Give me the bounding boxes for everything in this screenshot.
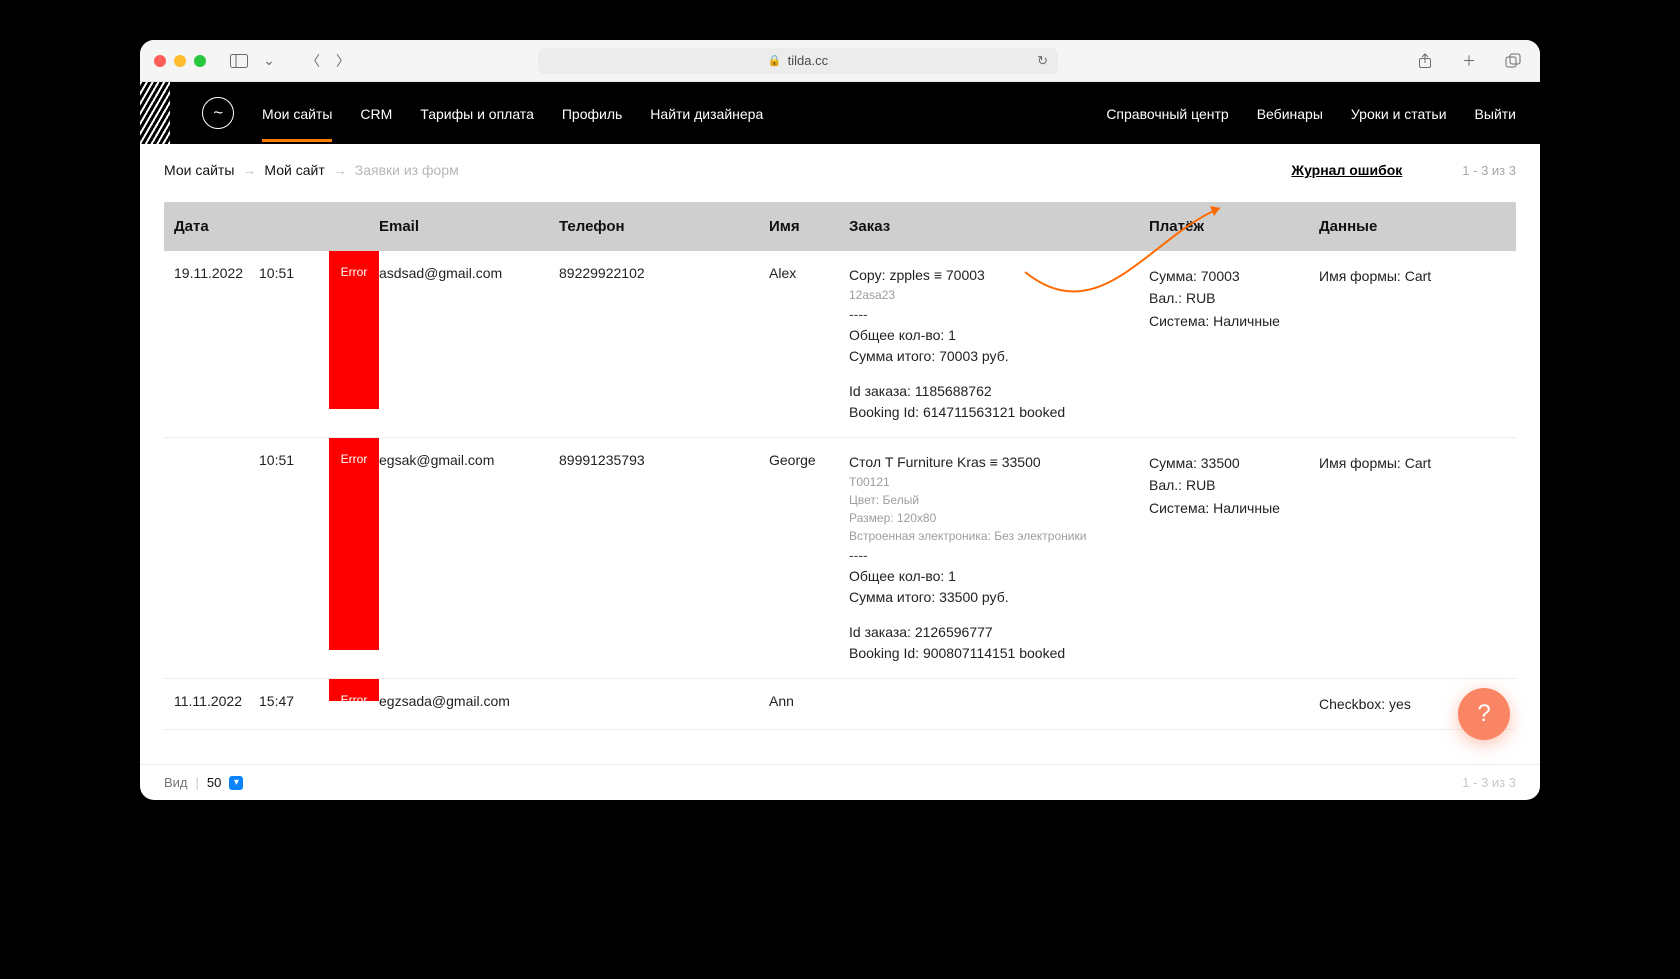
nav-webinars[interactable]: Вебинары xyxy=(1257,85,1323,142)
status-badge: Error xyxy=(329,438,379,650)
cell-date: 19.11.2022 xyxy=(174,265,259,281)
table-header: Дата Email Телефон Имя Заказ Платёж Данн… xyxy=(164,202,1516,251)
cell-time: 10:51 xyxy=(259,452,329,468)
cell-time: 15:47 xyxy=(259,693,329,709)
address-bar[interactable]: 🔒 tilda.cc ↻ xyxy=(538,48,1058,74)
view-label: Вид xyxy=(164,775,188,790)
cell-name: George xyxy=(769,452,849,468)
window-controls xyxy=(154,55,206,67)
results-range: 1 - 3 из 3 xyxy=(1462,163,1516,178)
browser-window: ⌄ 〈 〉 🔒 tilda.cc ↻ ＋ ~ Мои сайты CRM Тар… xyxy=(140,40,1540,800)
cell-phone: 89991235793 xyxy=(559,452,769,468)
leads-table: Дата Email Телефон Имя Заказ Платёж Данн… xyxy=(140,192,1540,764)
nav-my-sites[interactable]: Мои сайты xyxy=(262,85,332,142)
cell-email: asdsad@gmail.com xyxy=(379,265,559,281)
chevron-down-icon[interactable]: ⌄ xyxy=(256,50,282,72)
footer-range: 1 - 3 из 3 xyxy=(1462,775,1516,790)
table-footer: Вид | 50 ▾ 1 - 3 из 3 xyxy=(140,764,1540,800)
breadcrumb-leads: Заявки из форм xyxy=(355,162,459,178)
help-button[interactable]: ? xyxy=(1458,688,1510,740)
table-row[interactable]: 10:51 Error egsak@gmail.com 89991235793 … xyxy=(164,438,1516,679)
col-date: Дата xyxy=(174,218,259,235)
cell-data: Checkbox: yes xyxy=(1319,693,1469,715)
nav-profile[interactable]: Профиль xyxy=(562,85,622,142)
breadcrumb-row: Мои сайты → Мой сайт → Заявки из форм Жу… xyxy=(140,144,1540,192)
cell-name: Ann xyxy=(769,693,849,709)
tilda-logo[interactable]: ~ xyxy=(202,97,234,129)
url-host: tilda.cc xyxy=(788,53,828,68)
breadcrumb-site[interactable]: Мой сайт xyxy=(264,162,324,178)
status-badge: Error xyxy=(329,251,379,409)
minimize-window[interactable] xyxy=(174,55,186,67)
col-name: Имя xyxy=(769,218,849,235)
titlebar-right: ＋ xyxy=(1412,50,1526,72)
col-order: Заказ xyxy=(849,218,1149,235)
col-data: Данные xyxy=(1319,218,1469,235)
cell-payment: Сумма: 70003 Вал.: RUB Система: Наличные xyxy=(1149,265,1319,332)
col-email: Email xyxy=(379,218,559,235)
browser-titlebar: ⌄ 〈 〉 🔒 tilda.cc ↻ ＋ xyxy=(140,40,1540,82)
new-tab-icon[interactable]: ＋ xyxy=(1456,50,1482,72)
cell-name: Alex xyxy=(769,265,849,281)
cell-payment: Сумма: 33500 Вал.: RUB Система: Наличные xyxy=(1149,452,1319,519)
help-icon: ? xyxy=(1477,700,1490,728)
error-log-link[interactable]: Журнал ошибок xyxy=(1291,162,1402,178)
nav-tariffs[interactable]: Тарифы и оплата xyxy=(420,85,534,142)
chevron-right-icon: → xyxy=(242,162,256,178)
nav-logout[interactable]: Выйти xyxy=(1475,85,1516,142)
main-nav: ~ Мои сайты CRM Тарифы и оплата Профиль … xyxy=(140,82,1540,144)
nav-crm[interactable]: CRM xyxy=(360,85,392,142)
forward-button[interactable]: 〉 xyxy=(330,50,356,72)
zoom-window[interactable] xyxy=(194,55,206,67)
breadcrumb-root[interactable]: Мои сайты xyxy=(164,162,234,178)
cell-phone: 89229922102 xyxy=(559,265,769,281)
nav-help-center[interactable]: Справочный центр xyxy=(1106,85,1228,142)
cell-data: Имя формы: Cart xyxy=(1319,265,1469,287)
nav-tutorials[interactable]: Уроки и статьи xyxy=(1351,85,1447,142)
share-icon[interactable] xyxy=(1412,50,1438,72)
col-phone: Телефон xyxy=(559,218,769,235)
cell-email: egsak@gmail.com xyxy=(379,452,559,468)
cell-data: Имя формы: Cart xyxy=(1319,452,1469,474)
sidebar-icon[interactable] xyxy=(226,50,252,72)
cell-time: 10:51 xyxy=(259,265,329,281)
wave-decoration xyxy=(140,82,170,144)
table-row[interactable]: 19.11.2022 10:51 Error asdsad@gmail.com … xyxy=(164,251,1516,438)
cell-date: 11.11.2022 xyxy=(174,693,259,709)
back-button[interactable]: 〈 xyxy=(300,50,326,72)
dropdown-icon[interactable]: ▾ xyxy=(229,776,243,790)
nav-find-designer[interactable]: Найти дизайнера xyxy=(650,85,763,142)
per-page-select[interactable]: 50 xyxy=(207,775,221,790)
lock-icon: 🔒 xyxy=(768,54,782,67)
table-row[interactable]: 11.11.2022 15:47 Error egzsada@gmail.com… xyxy=(164,679,1516,730)
status-badge: Error xyxy=(329,679,379,701)
cell-order: Copy: zpples ≡ 70003 12asa23 ---- Общее … xyxy=(849,265,1149,423)
close-window[interactable] xyxy=(154,55,166,67)
chevron-right-icon: → xyxy=(333,162,347,178)
reload-icon[interactable]: ↻ xyxy=(1037,53,1048,69)
col-payment: Платёж xyxy=(1149,218,1319,235)
sidebar-toggle-group: ⌄ xyxy=(226,50,282,72)
nav-buttons: 〈 〉 xyxy=(300,50,356,72)
tabs-icon[interactable] xyxy=(1500,50,1526,72)
cell-email: egzsada@gmail.com xyxy=(379,693,559,709)
cell-order: Стол T Furniture Kras ≡ 33500 T00121 Цве… xyxy=(849,452,1149,664)
